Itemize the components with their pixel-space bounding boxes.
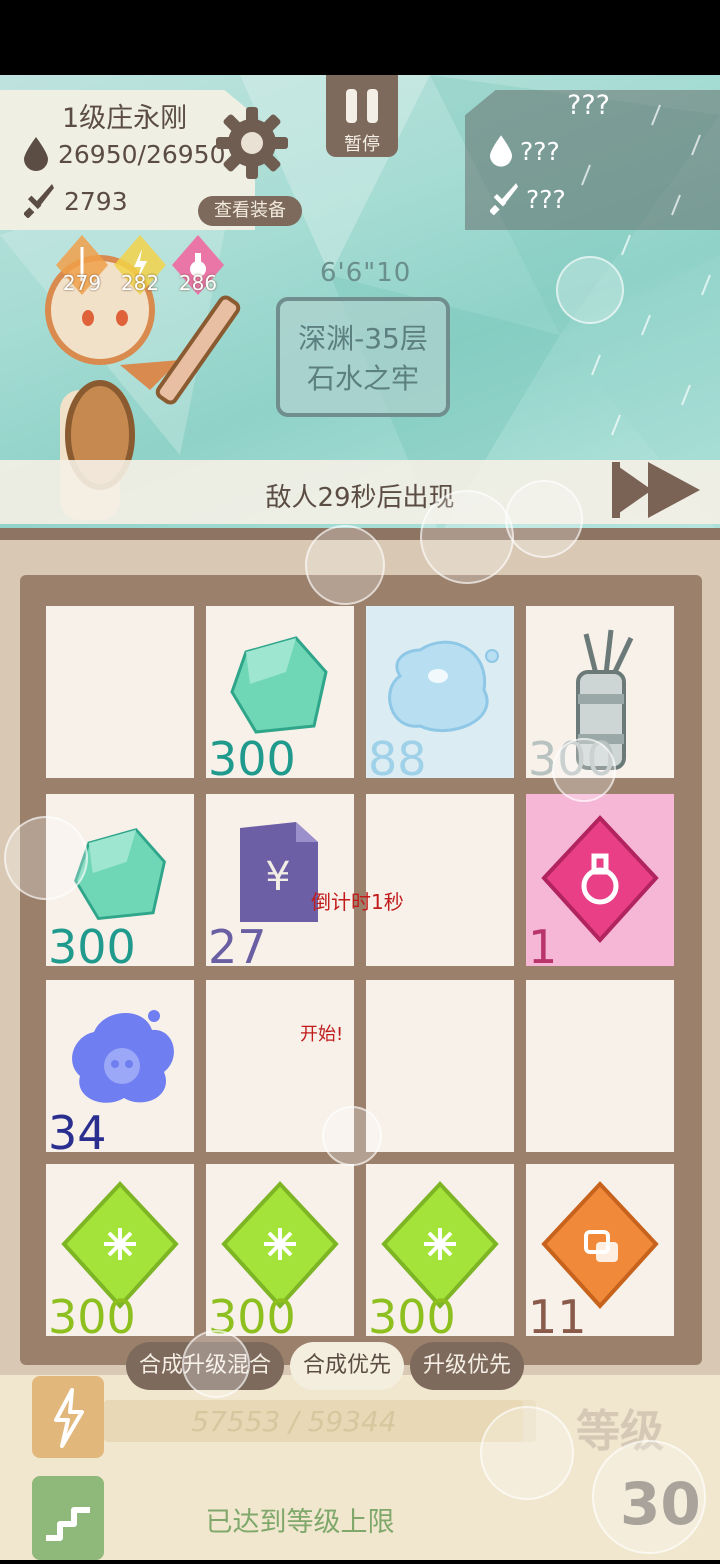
countdown-text: 倒计时1秒	[311, 890, 404, 914]
gear-icon[interactable]	[214, 105, 290, 181]
poison-cloud-icon	[72, 1010, 174, 1103]
grid-cell[interactable]: 300	[206, 1164, 354, 1342]
view-equipment-button[interactable]: 查看装备	[198, 196, 302, 226]
experience-text: 57553 / 59344	[191, 1405, 397, 1438]
grid-cell[interactable]: 300	[46, 1164, 194, 1342]
bubble-effect	[322, 1106, 382, 1166]
item-count: 11	[528, 1290, 587, 1344]
bubble-effect	[4, 816, 88, 900]
energy-button[interactable]	[32, 1376, 104, 1458]
grid-cell[interactable]	[366, 794, 514, 966]
buff-value: 282	[120, 271, 160, 295]
pause-label: 暂停	[344, 134, 380, 155]
bubble-effect	[556, 256, 624, 324]
grid-cell[interactable]: 300	[366, 1164, 514, 1342]
fast-forward-icon	[612, 462, 700, 518]
grid-cell[interactable]: 34	[46, 980, 194, 1158]
sword-icon	[490, 183, 518, 215]
bubble-effect	[420, 490, 514, 584]
fast-forward-button[interactable]	[608, 456, 704, 524]
svg-text:¥: ¥	[265, 854, 290, 900]
green-gem-icon	[74, 828, 166, 921]
player-hp: 26950/26950	[58, 139, 226, 169]
pause-button[interactable]: 暂停	[326, 75, 398, 157]
item-count: 88	[368, 732, 427, 786]
grid-cell[interactable]	[46, 606, 194, 778]
pause-icon	[346, 89, 380, 123]
stage-name: 石水之牢	[306, 362, 419, 395]
bubble-effect	[480, 1406, 574, 1500]
item-count: 300	[48, 920, 136, 974]
bubble-effect	[592, 1440, 706, 1554]
stage-floor: 深渊-35层	[298, 322, 428, 355]
sword-icon	[24, 184, 54, 218]
tab-merge-first[interactable]: 合成优先	[290, 1342, 405, 1390]
buff-value: 286	[178, 271, 218, 295]
enemy-hp: ???	[520, 136, 560, 166]
level-max-text: 已达到等级上限	[205, 1507, 395, 1538]
grid-cell[interactable]: 300	[206, 606, 354, 784]
player-attack: 2793	[64, 186, 128, 216]
drop-icon	[24, 137, 48, 171]
grid-cell[interactable]: 11	[526, 1164, 674, 1342]
item-count: 34	[48, 1106, 107, 1160]
level-up-button[interactable]	[32, 1476, 104, 1560]
item-count: 300	[368, 1290, 456, 1344]
item-count: 300	[208, 732, 296, 786]
buff-list: 279 282 286	[56, 235, 224, 295]
buff-item: 286	[172, 235, 224, 295]
bubble-effect	[305, 525, 385, 605]
enemy-hp-row: ???	[490, 135, 560, 167]
start-text: 开始!	[300, 1024, 344, 1045]
enemy-attack-row: ???	[490, 183, 566, 215]
bubble-effect	[182, 1330, 250, 1398]
buff-item: 282	[114, 235, 166, 295]
grid-cell[interactable]	[526, 980, 674, 1152]
bubble-effect	[552, 738, 616, 802]
player-hp-row: 26950/26950	[24, 137, 225, 171]
green-gem-icon	[230, 636, 328, 734]
item-count: 300	[48, 1290, 136, 1344]
item-count: 27	[208, 920, 267, 974]
potion-diamond-icon	[541, 815, 659, 943]
player-name: 1级庄永刚	[62, 103, 188, 134]
bubble-effect	[505, 480, 583, 558]
tab-upgrade-first[interactable]: 升级优先	[410, 1342, 525, 1390]
item-count: 1	[528, 920, 558, 974]
buff-item: 279	[56, 235, 108, 295]
lightning-icon	[54, 1388, 84, 1448]
player-attack-row: 2793	[24, 184, 128, 218]
water-bubble-icon	[388, 640, 499, 732]
grid-cell[interactable]	[366, 980, 514, 1152]
grid-cell[interactable]: 88	[366, 606, 514, 784]
status-bar	[0, 0, 720, 75]
stage-timer: 6'6"10	[320, 258, 412, 288]
buff-value: 279	[62, 271, 102, 295]
drop-icon	[490, 135, 512, 167]
grid-cell[interactable]: 1	[526, 794, 674, 972]
stairs-icon	[46, 1507, 90, 1541]
grid-cell[interactable]: ¥ 27	[206, 794, 354, 972]
